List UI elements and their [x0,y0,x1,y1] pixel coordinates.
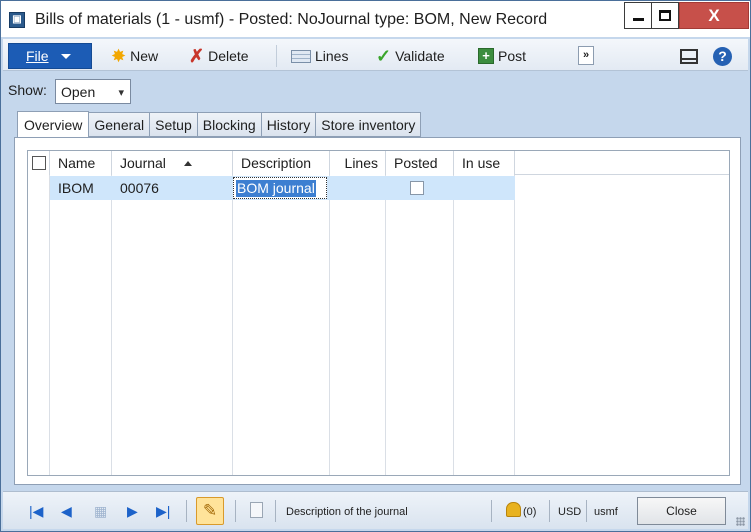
column-header-journal-label: Journal [120,155,166,171]
more-actions-button[interactable]: » [578,46,594,65]
row-journal-cell[interactable]: 00076 [112,176,233,200]
checkmark-icon: ✓ [376,46,392,66]
column-header-lines[interactable]: Lines [330,151,386,175]
minimize-button[interactable] [624,2,652,29]
show-filter-select[interactable]: Open ▾ [55,79,131,104]
row-description-text: BOM journal [236,180,316,197]
bell-icon[interactable] [506,502,521,517]
next-record-icon[interactable]: ▶ [127,504,138,518]
chevron-down-icon: ▾ [118,87,124,99]
validate-label: Validate [395,48,445,64]
grid-view-icon[interactable]: ▦ [94,504,107,518]
chevron-down-icon [60,53,71,59]
tab-store-inventory[interactable]: Store inventory [316,112,422,137]
lines-label: Lines [315,48,349,64]
company-indicator[interactable]: usmf [594,506,618,518]
row-lines-cell[interactable] [330,176,386,200]
delete-button[interactable]: ✗ Delete [189,45,249,67]
row-description-input[interactable]: BOM journal [233,177,327,199]
window-title: Bills of materials (1 - usmf) - Posted: … [35,11,548,28]
pencil-icon: ✎ [202,501,218,520]
select-all-checkbox[interactable] [32,156,46,170]
document-icon[interactable] [250,502,263,518]
post-button[interactable]: + Post [478,45,526,67]
row-name-cell[interactable]: IBOM [50,176,112,200]
maximize-icon [659,10,671,21]
first-record-icon[interactable]: |◀ [29,504,43,518]
grid-column [28,151,50,475]
title-bar[interactable]: ▣ Bills of materials (1 - usmf) - Posted… [1,1,750,37]
validate-button[interactable]: ✓ Validate [376,45,445,67]
close-icon: X [708,5,720,25]
delete-x-icon: ✗ [189,46,205,66]
previous-record-icon[interactable]: ◀ [61,504,72,518]
column-header-name[interactable]: Name [50,151,112,175]
row-in-use-cell[interactable] [454,176,515,200]
status-separator [549,500,550,522]
close-window-button[interactable]: X [679,2,749,29]
help-icon[interactable]: ? [713,47,732,66]
show-filter-label: Show: [8,82,47,98]
delete-label: Delete [208,48,249,64]
status-separator [186,500,187,522]
bom-journal-window: ▣ Bills of materials (1 - usmf) - Posted… [0,0,751,532]
alert-count[interactable]: (0) [523,506,536,518]
status-bar: |◀ ◀ ▦ ▶ ▶| ✎ Description of the journal… [3,491,748,529]
resize-grip[interactable] [736,517,745,526]
currency-indicator[interactable]: USD [558,506,581,518]
column-header-journal[interactable]: Journal [112,151,233,175]
minimize-icon [632,18,644,21]
post-icon: + [478,48,494,64]
action-pane: File ✸ New ✗ Delete Lines ✓ Validate + P… [3,39,748,71]
lines-icon [291,49,311,63]
journal-grid[interactable]: Name Journal Description Lines Posted In… [27,150,730,476]
new-button[interactable]: ✸ New [111,45,158,67]
status-separator [491,500,492,522]
select-all-cell [28,151,50,175]
sort-ascending-icon [183,160,192,166]
column-header-posted[interactable]: Posted [386,151,454,175]
overview-panel: Name Journal Description Lines Posted In… [14,137,741,485]
field-help-text: Description of the journal [286,506,408,518]
status-separator [275,500,276,522]
status-separator [235,500,236,522]
tab-general[interactable]: General [89,112,151,137]
grid-header: Name Journal Description Lines Posted In… [28,151,729,175]
file-menu-label: File [26,48,49,64]
tab-setup[interactable]: Setup [150,112,198,137]
tab-overview[interactable]: Overview [17,111,90,138]
status-separator [586,500,587,522]
new-star-icon: ✸ [111,46,127,66]
column-header-description[interactable]: Description [233,151,330,175]
new-label: New [130,48,159,64]
column-header-in-use[interactable]: In use [454,151,515,175]
edit-mode-button[interactable]: ✎ [196,497,224,525]
layout-icon[interactable] [680,49,698,64]
tab-history[interactable]: History [261,112,317,137]
lines-button[interactable]: Lines [291,45,348,67]
toolbar-separator [276,45,277,67]
tab-strip: Overview General Setup Blocking History … [17,111,422,138]
post-label: Post [498,48,527,64]
app-icon: ▣ [9,12,25,28]
tab-blocking[interactable]: Blocking [197,112,262,137]
show-filter-value: Open [61,83,96,100]
file-menu-button[interactable]: File [8,43,92,69]
close-button[interactable]: Close [637,497,726,525]
last-record-icon[interactable]: ▶| [156,504,170,518]
row-posted-checkbox[interactable] [410,181,424,195]
maximize-button[interactable] [652,2,679,29]
